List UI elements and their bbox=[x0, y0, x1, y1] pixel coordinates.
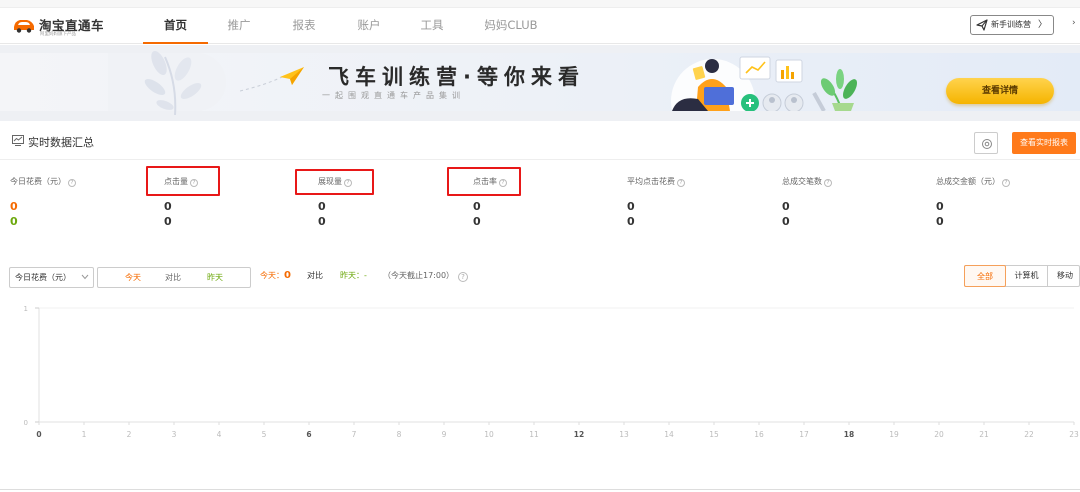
paper-plane-icon bbox=[976, 19, 988, 31]
today-summary: 今天：0 bbox=[260, 270, 291, 281]
tab-home[interactable]: 首页 bbox=[143, 8, 208, 44]
highlight-box-impressions bbox=[295, 169, 374, 195]
x-tick-label: 10 bbox=[484, 430, 494, 439]
x-tick-label: 8 bbox=[397, 430, 402, 439]
x-tick-label: 6 bbox=[306, 430, 311, 439]
x-tick-label: 23 bbox=[1069, 430, 1079, 439]
banner-subtitle: 一起围观直通车产品集训 bbox=[322, 91, 465, 100]
device-view-segment: 全部 计算机 移动 bbox=[964, 265, 1080, 287]
x-tick-label: 0 bbox=[36, 430, 41, 439]
newbie-camp-label: 新手训练营 bbox=[991, 20, 1031, 29]
y-tick-label: 0 bbox=[24, 419, 28, 427]
x-tick-label: 17 bbox=[799, 430, 809, 439]
metric-yesterday-value: 0 bbox=[318, 215, 326, 228]
metric-today-value: 0 bbox=[936, 200, 944, 213]
header-overflow-icon[interactable]: › bbox=[1072, 18, 1076, 28]
metric-today-value: 0 bbox=[164, 200, 172, 213]
car-logo-icon bbox=[14, 20, 34, 33]
x-tick-label: 4 bbox=[217, 430, 222, 439]
x-tick-label: 16 bbox=[754, 430, 764, 439]
view-mobile[interactable]: 移动 bbox=[1048, 265, 1080, 287]
newbie-camp-button[interactable]: 新手训练营 〉 bbox=[970, 15, 1054, 35]
segment-today[interactable]: 今天 bbox=[125, 268, 141, 287]
x-tick-label: 20 bbox=[934, 430, 944, 439]
x-tick-label: 21 bbox=[979, 430, 989, 439]
person-laptop-illustration-icon bbox=[671, 56, 857, 111]
help-icon[interactable]: ? bbox=[824, 179, 832, 187]
y-tick-label: 1 bbox=[24, 305, 28, 313]
section-divider bbox=[0, 159, 1080, 160]
yesterday-summary: 昨天：- bbox=[340, 271, 367, 280]
metric-select-value: 今日花费（元） bbox=[15, 273, 71, 282]
metric-select[interactable]: 今日花费（元） bbox=[9, 267, 94, 288]
metric-today-value: 0 bbox=[10, 200, 18, 213]
tab-promotion[interactable]: 推广 bbox=[213, 8, 265, 44]
x-tick-label: 18 bbox=[844, 430, 854, 439]
banner-title: 飞车训练营·等你来看 bbox=[328, 65, 585, 89]
tab-mama-club[interactable]: 妈妈CLUB bbox=[474, 8, 548, 44]
metric-today-value: 0 bbox=[473, 200, 481, 213]
logo[interactable]: 淘宝直通车 阿里妈妈旗下产品 bbox=[12, 14, 122, 38]
x-tick-label: 1 bbox=[82, 430, 87, 439]
metric-label: 平均点击花费? bbox=[627, 176, 685, 187]
leaf-illustration-icon bbox=[144, 50, 202, 115]
top-nav: 淘宝直通车 阿里妈妈旗下产品 首页 推广 报表 账户 工具 妈妈CLUB 新手训… bbox=[0, 8, 1080, 44]
help-icon[interactable]: ? bbox=[458, 272, 468, 282]
metric-today-value: 0 bbox=[318, 200, 326, 213]
tab-tools[interactable]: 工具 bbox=[406, 8, 458, 44]
x-tick-label: 12 bbox=[574, 430, 584, 439]
compare-label: 对比 bbox=[307, 271, 323, 280]
cutoff-note: （今天截止17:00） bbox=[383, 271, 455, 280]
x-tick-label: 11 bbox=[529, 430, 539, 439]
view-details-button[interactable]: 查看详情 bbox=[946, 78, 1054, 104]
tab-account[interactable]: 账户 bbox=[343, 8, 395, 44]
paper-plane-illustration-icon bbox=[240, 67, 304, 92]
logo-subtitle: 阿里妈妈旗下产品 bbox=[40, 32, 76, 37]
segment-yesterday[interactable]: 昨天 bbox=[207, 268, 223, 287]
x-tick-label: 13 bbox=[619, 430, 629, 439]
x-tick-label: 22 bbox=[1024, 430, 1034, 439]
gear-icon bbox=[982, 139, 992, 149]
metric-today-value: 0 bbox=[627, 200, 635, 213]
help-icon[interactable]: ? bbox=[677, 179, 685, 187]
metric-yesterday-value: 0 bbox=[627, 215, 635, 228]
tab-reports[interactable]: 报表 bbox=[278, 8, 330, 44]
date-compare-segment: 今天 对比 昨天 bbox=[97, 267, 251, 288]
metric-yesterday-value: 0 bbox=[473, 215, 481, 228]
metric-yesterday-value: 0 bbox=[164, 215, 172, 228]
metric-yesterday-value: 0 bbox=[10, 215, 18, 228]
metric-label: 今日花费（元）? bbox=[10, 176, 76, 187]
view-all[interactable]: 全部 bbox=[964, 265, 1006, 287]
x-tick-label: 14 bbox=[664, 430, 674, 439]
banner-background: 飞车训练营·等你来看 一起围观直通车产品集训 查看详情 bbox=[0, 50, 1080, 115]
metric-yesterday-value: 0 bbox=[936, 215, 944, 228]
trend-chart: 010 1 2 3 4 5 6 7 8 9 10 11 12 13 14 15 16 17 18 19 20 21 22 23 bbox=[24, 305, 1079, 439]
browser-chrome-strip bbox=[0, 0, 1080, 8]
highlight-box-clicks bbox=[146, 166, 220, 196]
metric-yesterday-value: 0 bbox=[782, 215, 790, 228]
settings-button[interactable] bbox=[974, 132, 998, 154]
chevron-right-icon: 〉 bbox=[1037, 20, 1047, 30]
promo-banner[interactable]: 飞车训练营·等你来看 一起围观直通车产品集训 查看详情 bbox=[0, 45, 1080, 121]
chevron-down-icon bbox=[81, 274, 89, 280]
metric-label: 总成交笔数? bbox=[782, 176, 832, 187]
metric-label: 总成交金额（元）? bbox=[936, 176, 1010, 187]
x-tick-label: 19 bbox=[889, 430, 899, 439]
x-tick-label: 9 bbox=[442, 430, 447, 439]
x-tick-label: 7 bbox=[352, 430, 357, 439]
segment-compare[interactable]: 对比 bbox=[165, 268, 181, 287]
realtime-report-button[interactable]: 查看实时报表 bbox=[1012, 132, 1076, 154]
page-bottom-border bbox=[0, 489, 1080, 490]
x-tick-label: 5 bbox=[262, 430, 267, 439]
view-computer[interactable]: 计算机 bbox=[1006, 265, 1048, 287]
highlight-box-ctr bbox=[447, 167, 521, 196]
x-tick-label: 2 bbox=[127, 430, 132, 439]
help-icon[interactable]: ? bbox=[1002, 179, 1010, 187]
x-tick-label: 3 bbox=[172, 430, 177, 439]
metric-today-value: 0 bbox=[782, 200, 790, 213]
help-icon[interactable]: ? bbox=[68, 179, 76, 187]
x-tick-label: 15 bbox=[709, 430, 719, 439]
section-title: 实时数据汇总 bbox=[28, 136, 94, 149]
realtime-data-icon bbox=[12, 135, 24, 146]
